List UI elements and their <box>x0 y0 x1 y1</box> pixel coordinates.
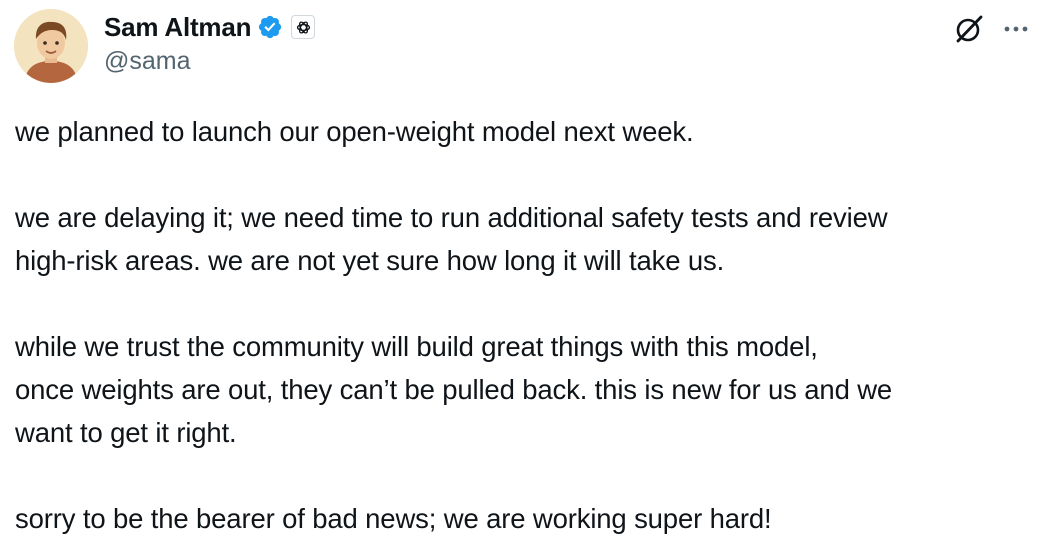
tweet-paragraph: while we trust the community will build … <box>15 331 893 448</box>
tweet-paragraph: we planned to launch our open-weight mod… <box>15 116 694 147</box>
openai-logo-icon[interactable] <box>291 15 316 39</box>
author-handle[interactable]: @sama <box>104 47 191 76</box>
tweet-text: we planned to launch our open-weight mod… <box>15 110 1037 540</box>
tweet-paragraph: we are delaying it; we need time to run … <box>15 202 888 276</box>
avatar[interactable] <box>14 9 88 83</box>
author-display-name[interactable]: Sam Altman <box>104 12 252 43</box>
verified-badge-icon[interactable] <box>257 14 283 40</box>
author-name-row: Sam Altman <box>104 10 316 44</box>
tweet-paragraph: sorry to be the bearer of bad news; we a… <box>15 503 772 534</box>
more-icon[interactable] <box>1002 22 1032 34</box>
tweet: Sam Altman @sama we planned to launch ou… <box>0 0 1044 552</box>
grok-icon[interactable] <box>953 13 985 45</box>
avatar-illustration <box>14 9 88 83</box>
